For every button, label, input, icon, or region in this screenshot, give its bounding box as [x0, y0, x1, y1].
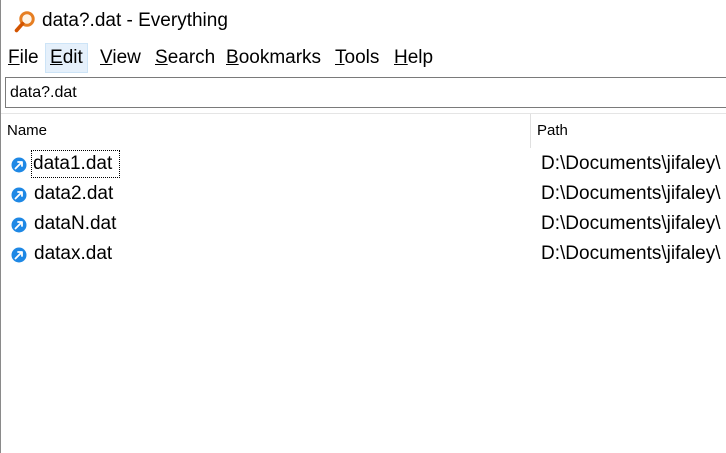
menu-edit-label: dit	[62, 47, 83, 68]
search-input-value: data?.dat	[10, 84, 77, 101]
menu-search[interactable]: Search	[151, 43, 219, 73]
result-row[interactable]: data2.dat D:\Documents\jifaley\	[1, 179, 726, 209]
menu-view[interactable]: View	[96, 43, 145, 73]
menu-bookmarks-label: ookmarks	[238, 47, 322, 68]
menu-search-label: earch	[167, 47, 216, 68]
menu-edit[interactable]: Edit	[45, 43, 88, 73]
file-link-icon	[11, 187, 27, 203]
menu-view-label: iew	[112, 47, 141, 68]
menu-bookmarks-mnemonic: B	[226, 47, 239, 68]
menu-file-label: ile	[19, 47, 39, 68]
window-title: data?.dat - Everything	[42, 10, 228, 31]
menu-file-mnemonic: F	[8, 47, 20, 68]
title-bar[interactable]: data?.dat - Everything	[0, 0, 726, 42]
result-name: datax.dat	[34, 243, 113, 264]
result-row[interactable]: datax.dat D:\Documents\jifaley\	[1, 239, 726, 269]
menu-help-mnemonic: H	[394, 47, 408, 68]
search-input[interactable]: data?.dat	[5, 77, 726, 108]
menu-edit-mnemonic: E	[50, 47, 63, 68]
result-row[interactable]: dataN.dat D:\Documents\jifaley\	[1, 209, 726, 239]
file-link-icon	[11, 247, 27, 263]
column-divider-handle[interactable]	[530, 114, 531, 148]
menu-bar: File Edit View Search Bookmarks Tools He…	[0, 43, 726, 73]
column-header-path[interactable]: Path	[537, 114, 725, 148]
result-row[interactable]: data1.dat D:\Documents\jifaley\	[1, 149, 726, 179]
file-link-icon	[11, 217, 27, 233]
menu-help[interactable]: Help	[390, 43, 437, 73]
menu-help-label: elp	[407, 47, 434, 68]
result-path: D:\Documents\jifaley\	[541, 183, 721, 204]
menu-tools-mnemonic: T	[335, 47, 345, 68]
menu-file[interactable]: File	[4, 43, 43, 73]
result-name: dataN.dat	[34, 213, 117, 234]
result-name: data1.dat	[30, 150, 121, 178]
menu-bookmarks[interactable]: Bookmarks	[222, 43, 325, 73]
file-link-icon	[11, 157, 27, 173]
menu-tools[interactable]: Tools	[331, 43, 383, 73]
result-path: D:\Documents\jifaley\	[541, 213, 721, 234]
result-path: D:\Documents\jifaley\	[541, 153, 721, 174]
menu-view-mnemonic: V	[100, 47, 113, 68]
menu-tools-label: ools	[344, 47, 380, 68]
everything-app-icon	[14, 11, 35, 33]
menu-search-mnemonic: S	[155, 47, 168, 68]
result-name: data2.dat	[34, 183, 114, 204]
column-header-name[interactable]: Name	[7, 114, 527, 148]
result-path: D:\Documents\jifaley\	[541, 243, 721, 264]
